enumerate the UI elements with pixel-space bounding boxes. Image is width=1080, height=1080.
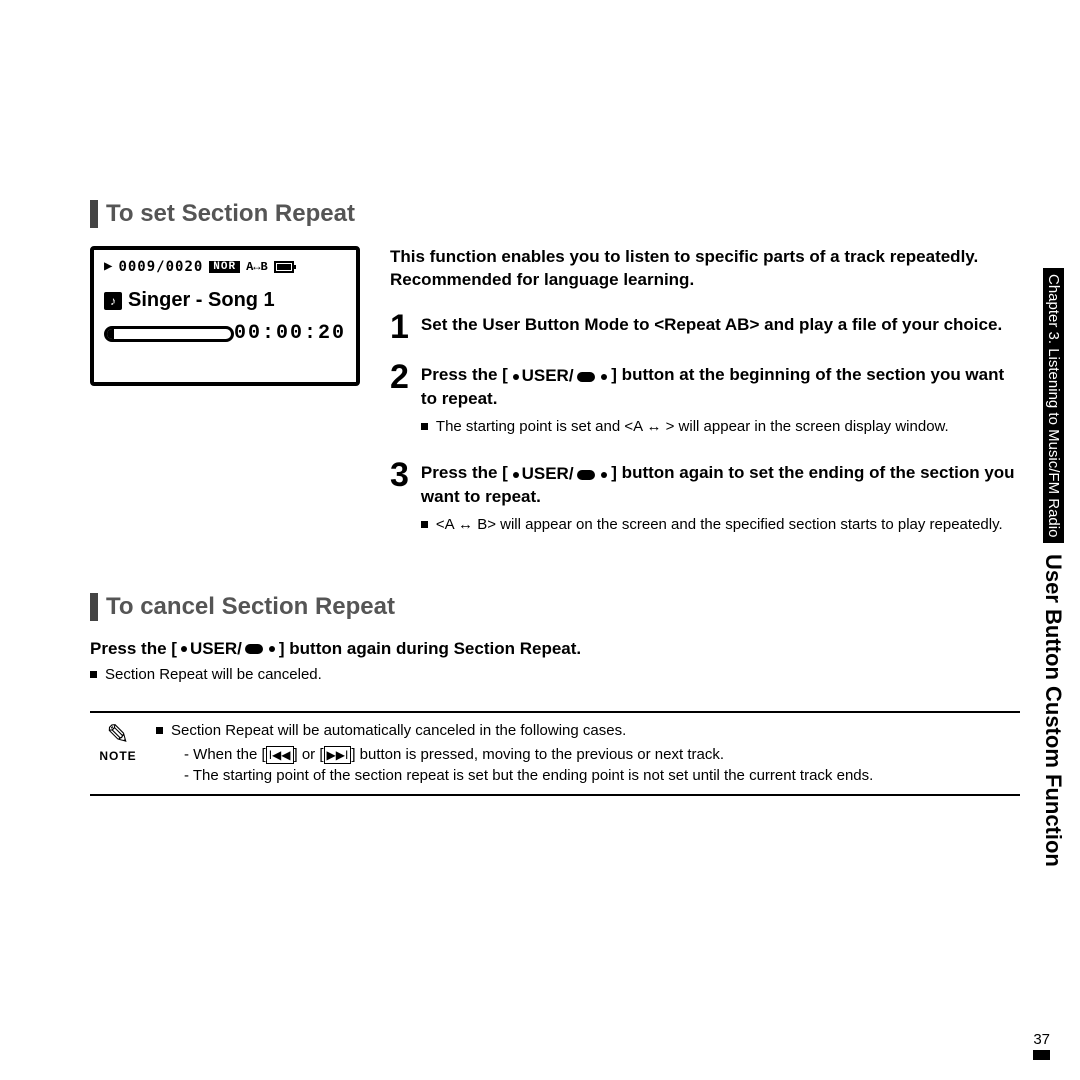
battery-icon (274, 261, 294, 273)
page-number: 37 (1033, 1031, 1050, 1060)
bullet-icon (156, 727, 163, 734)
cancel-bullet: Section Repeat will be canceled. (90, 665, 1020, 685)
step-number: 3 (390, 458, 409, 540)
note-line-1: Section Repeat will be automatically can… (156, 721, 873, 741)
user-button-glyph: USER/ (513, 365, 607, 388)
user-button-glyph: USER/ (513, 463, 607, 486)
progress-bar (104, 326, 234, 342)
note-box: ✎ NOTE Section Repeat will be automatica… (90, 711, 1020, 795)
song-title: Singer - Song 1 (128, 289, 275, 312)
heading-cancel-section-repeat: To cancel Section Repeat (90, 593, 1020, 621)
side-chapter-tab: Chapter 3. Listening to Music/FM Radio U… (1036, 260, 1070, 875)
device-screen-illustration: ▶ 0009/0020 NOR A↔B ♪ Singer - Song 1 00… (90, 246, 360, 386)
elapsed-time: 00:00:20 (234, 322, 346, 345)
intro-text: This function enables you to listen to s… (390, 246, 1020, 292)
step-1-text: Set the User Button Mode to <Repeat AB> … (421, 314, 1020, 337)
cancel-instruction: Press the [ USER/ ] button again during … (90, 639, 1020, 659)
ab-repeat-indicator: A↔B (246, 260, 268, 274)
chapter-label: Chapter 3. Listening to Music/FM Radio (1043, 268, 1064, 543)
step-2: 2 Press the [ USER/ ] button at the begi… (390, 360, 1020, 442)
prev-track-icon: I◀◀ (266, 746, 294, 765)
step-1: 1 Set the User Button Mode to <Repeat AB… (390, 310, 1020, 344)
step-2-text: Press the [ USER/ ] button at the beginn… (421, 364, 1020, 411)
bullet-icon (90, 671, 97, 678)
heading-set-section-repeat: To set Section Repeat (90, 200, 1020, 228)
track-counter: 0009/0020 (118, 259, 203, 275)
step-3-bullet: <A ↔ B> will appear on the screen and th… (421, 515, 1020, 535)
music-note-icon: ♪ (104, 292, 122, 310)
note-line-2: - When the [I◀◀] or [▶▶I] button is pres… (184, 744, 873, 765)
next-track-icon: ▶▶I (324, 746, 352, 765)
step-number: 2 (390, 360, 409, 442)
play-icon: ▶ (104, 258, 112, 275)
step-3-text: Press the [ USER/ ] button again to set … (421, 462, 1020, 509)
step-2-bullet: The starting point is set and <A ↔ > wil… (421, 417, 1020, 437)
bullet-icon (421, 423, 428, 430)
user-button-glyph: USER/ (181, 639, 275, 659)
note-label: NOTE (94, 749, 142, 763)
step-3: 3 Press the [ USER/ ] button again to se… (390, 458, 1020, 540)
note-line-3: - The starting point of the section repe… (184, 765, 873, 786)
note-pencil-icon: ✎ (94, 721, 142, 749)
eq-badge: NOR (209, 261, 240, 273)
bullet-icon (421, 521, 428, 528)
step-number: 1 (390, 310, 409, 344)
feature-label: User Button Custom Function (1040, 554, 1066, 867)
